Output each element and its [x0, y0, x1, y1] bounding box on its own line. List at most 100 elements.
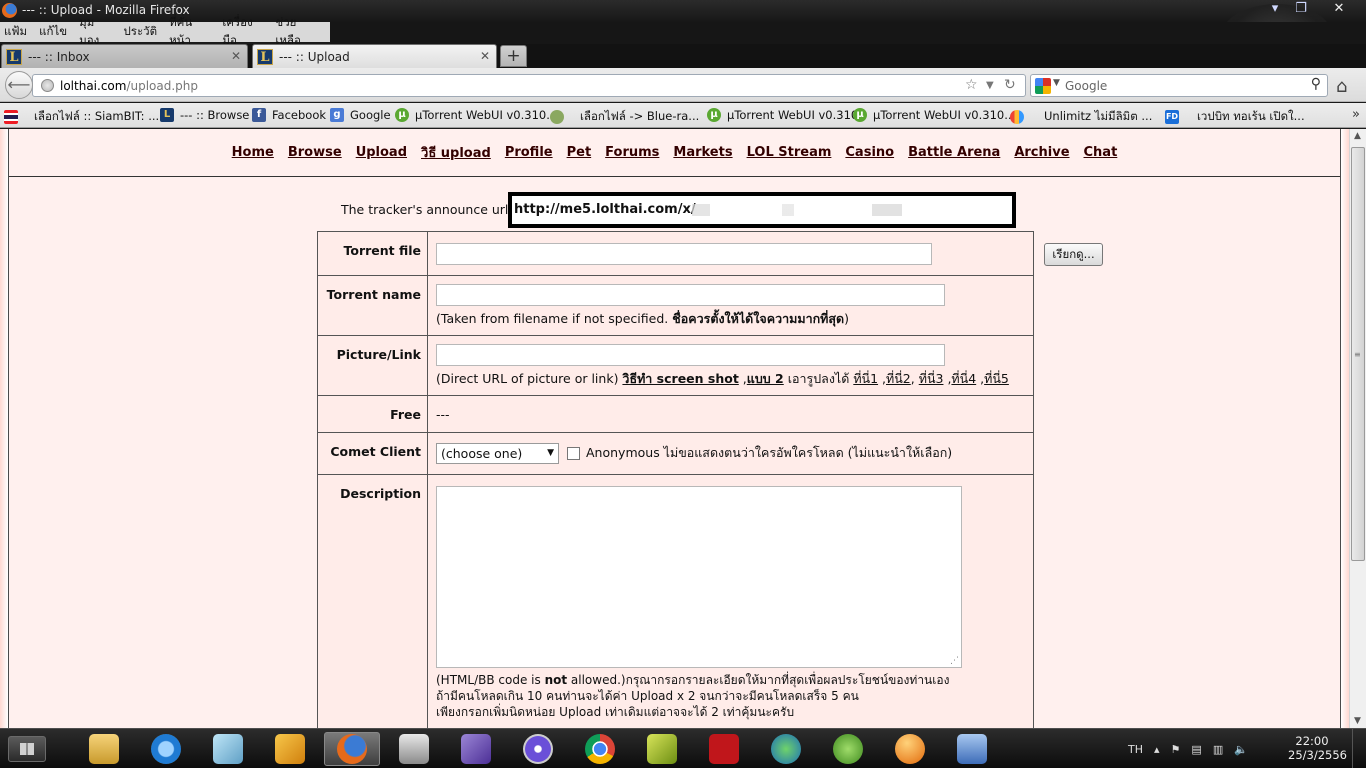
menubar: แฟ้ม แก้ไข มุมมอง ประวัติ ที่คั่นหน้า เค… — [0, 15, 330, 47]
mpc-321-icon — [399, 734, 429, 764]
style2-link[interactable]: แบบ 2 — [747, 371, 784, 386]
nav-lol-stream[interactable]: LOL Stream — [747, 145, 832, 160]
bookmark-siambit[interactable]: เลือกไฟล์ :: SiamBIT: ... — [4, 108, 159, 126]
vertical-scrollbar[interactable]: ▲ ≡ ▼ — [1349, 129, 1366, 728]
google-search-engine-icon[interactable] — [1035, 78, 1051, 94]
search-bar[interactable]: ▼ Google ⚲ — [1030, 74, 1328, 97]
nav-home[interactable]: Home — [232, 145, 274, 160]
url-text[interactable]: lolthai.com/upload.php — [60, 79, 198, 93]
language-indicator[interactable]: TH — [1128, 743, 1143, 756]
taskbar-downloader[interactable] — [262, 732, 318, 766]
taskbar-notes[interactable] — [200, 732, 256, 766]
bookmark-webbit[interactable]: FD เวปบิท ทอเร้น เปิดใ... — [1165, 108, 1305, 126]
nav-forums[interactable]: Forums — [605, 145, 659, 160]
upload-here-link-5[interactable]: ที่นี่5 — [984, 371, 1009, 386]
bookmark-bluera[interactable]: เลือกไฟล์ -> Blue-ra... — [550, 108, 699, 126]
nav-pet[interactable]: Pet — [567, 145, 592, 160]
taskbar-visual-studio[interactable] — [448, 732, 504, 766]
taskbar-clock[interactable]: 22:00 25/3/2556 — [1288, 734, 1347, 762]
url-dropdown-icon[interactable]: ▼ — [986, 80, 994, 91]
filezilla-icon — [709, 734, 739, 764]
howto-screenshot-link[interactable]: วิธีทำ screen shot — [622, 371, 738, 386]
upload-here-link-2[interactable]: ที่นี่2 — [886, 371, 911, 386]
taskbar-ie[interactable] — [138, 732, 194, 766]
volume-icon[interactable]: 🔈 — [1234, 743, 1248, 756]
page-side-right — [1341, 129, 1349, 728]
browse-button[interactable]: เรียกดู... — [1044, 243, 1103, 266]
bookmark-star-icon[interactable]: ☆ — [965, 77, 978, 93]
nav-casino[interactable]: Casino — [845, 145, 894, 160]
tab-inbox[interactable]: L --- :: Inbox ✕ — [1, 44, 248, 68]
announce-url: http://me5.lolthai.com/x/ — [514, 202, 696, 217]
nav-archive[interactable]: Archive — [1014, 145, 1069, 160]
tab-close-icon[interactable]: ✕ — [480, 49, 490, 63]
description-textarea[interactable]: ⋰ — [436, 486, 962, 668]
bookmark-utorrent-3[interactable]: µ µTorrent WebUI v0.310... — [853, 108, 1015, 122]
device-icon[interactable]: ▤ — [1191, 743, 1201, 756]
nav-profile[interactable]: Profile — [505, 145, 553, 160]
tab-upload[interactable]: L --- :: Upload ✕ — [252, 44, 497, 68]
taskbar-video-player[interactable] — [510, 732, 566, 766]
taskbar-7zip[interactable] — [634, 732, 690, 766]
url-bar[interactable]: lolthai.com/upload.php ☆ ▼ ↻ — [32, 74, 1026, 97]
nav-battle-arena[interactable]: Battle Arena — [908, 145, 1000, 160]
bookmark-unlimitz[interactable]: Unlimitz ไม่มีลิมิต ... — [1010, 108, 1152, 126]
tab-close-icon[interactable]: ✕ — [231, 49, 241, 63]
taskbar-remote-desktop[interactable] — [944, 732, 1000, 766]
taskbar-chrome[interactable] — [572, 732, 628, 766]
engine-dropdown-icon[interactable]: ▼ — [1053, 78, 1060, 88]
taskbar-network-app[interactable] — [758, 732, 814, 766]
upload-here-link-1[interactable]: ที่นี่1 — [853, 371, 878, 386]
new-tab-button[interactable]: + — [500, 45, 527, 67]
torrent-name-input[interactable] — [436, 284, 945, 306]
home-icon[interactable]: ⌂ — [1336, 76, 1347, 97]
tray-expand-icon[interactable]: ▴ — [1154, 743, 1160, 756]
comet-client-select[interactable]: (choose one) ▼ — [436, 443, 559, 464]
site-identity-icon[interactable] — [41, 79, 54, 92]
taskbar-media-player-classic[interactable] — [386, 732, 442, 766]
network-icon[interactable]: ▥ — [1213, 743, 1223, 756]
upload-here-link-3[interactable]: ที่นี่3 — [919, 371, 944, 386]
reload-icon[interactable]: ↻ — [1004, 77, 1016, 93]
resize-grip-icon[interactable]: ⋰ — [950, 656, 959, 666]
nav-chat[interactable]: Chat — [1084, 145, 1118, 160]
nav-markets[interactable]: Markets — [673, 145, 732, 160]
torrent-file-input[interactable] — [436, 243, 932, 265]
menu-edit[interactable]: แก้ไข — [39, 23, 67, 41]
nav-upload[interactable]: Upload — [356, 145, 407, 160]
menu-file[interactable]: แฟ้ม — [4, 23, 27, 41]
bookmarks-overflow-icon[interactable]: » — [1352, 107, 1360, 122]
upload-here-link-4[interactable]: ที่นี่4 — [951, 371, 976, 386]
taskbar-explorer[interactable] — [76, 732, 132, 766]
anonymous-checkbox[interactable] — [567, 447, 580, 460]
nav-browse[interactable]: Browse — [288, 145, 342, 160]
thumb-grip-icon: ≡ — [1354, 350, 1361, 359]
bookmark-utorrent-2[interactable]: µ µTorrent WebUI v0.310 — [707, 108, 858, 122]
lol-favicon-icon: L — [257, 48, 273, 65]
menu-history[interactable]: ประวัติ — [123, 23, 157, 41]
site-navigation: Home Browse Upload วิธี upload Profile P… — [9, 129, 1340, 177]
bookmark-browse[interactable]: L --- :: Browse — [160, 108, 249, 122]
minimize-icon[interactable]: ▾ — [1264, 1, 1286, 17]
show-desktop-button[interactable] — [1352, 729, 1366, 768]
bookmark-google[interactable]: g Google — [330, 108, 391, 122]
picture-link-input[interactable] — [436, 344, 945, 366]
bookmark-utorrent-1[interactable]: µ µTorrent WebUI v0.310... — [395, 108, 557, 122]
restore-icon[interactable]: ❐ — [1290, 1, 1312, 17]
folder-icon — [89, 734, 119, 764]
taskbar-bittorrent-app[interactable] — [882, 732, 938, 766]
taskbar-firefox[interactable] — [324, 732, 380, 766]
nav-how-to-upload[interactable]: วิธี upload — [421, 142, 491, 163]
action-center-flag-icon[interactable]: ⚑ — [1171, 743, 1181, 756]
bookmark-facebook[interactable]: f Facebook — [252, 108, 326, 122]
clock-time: 22:00 — [1295, 734, 1329, 748]
scroll-up-icon[interactable]: ▲ — [1354, 131, 1361, 141]
scroll-down-icon[interactable]: ▼ — [1354, 716, 1361, 726]
start-button[interactable] — [8, 736, 46, 762]
search-icon[interactable]: ⚲ — [1311, 76, 1321, 92]
taskbar-utorrent[interactable] — [820, 732, 876, 766]
taskbar-filezilla[interactable] — [696, 732, 752, 766]
back-button[interactable]: ⟵ — [5, 71, 33, 99]
globe-arrow-icon — [771, 734, 801, 764]
close-icon[interactable]: ✕ — [1328, 1, 1350, 17]
